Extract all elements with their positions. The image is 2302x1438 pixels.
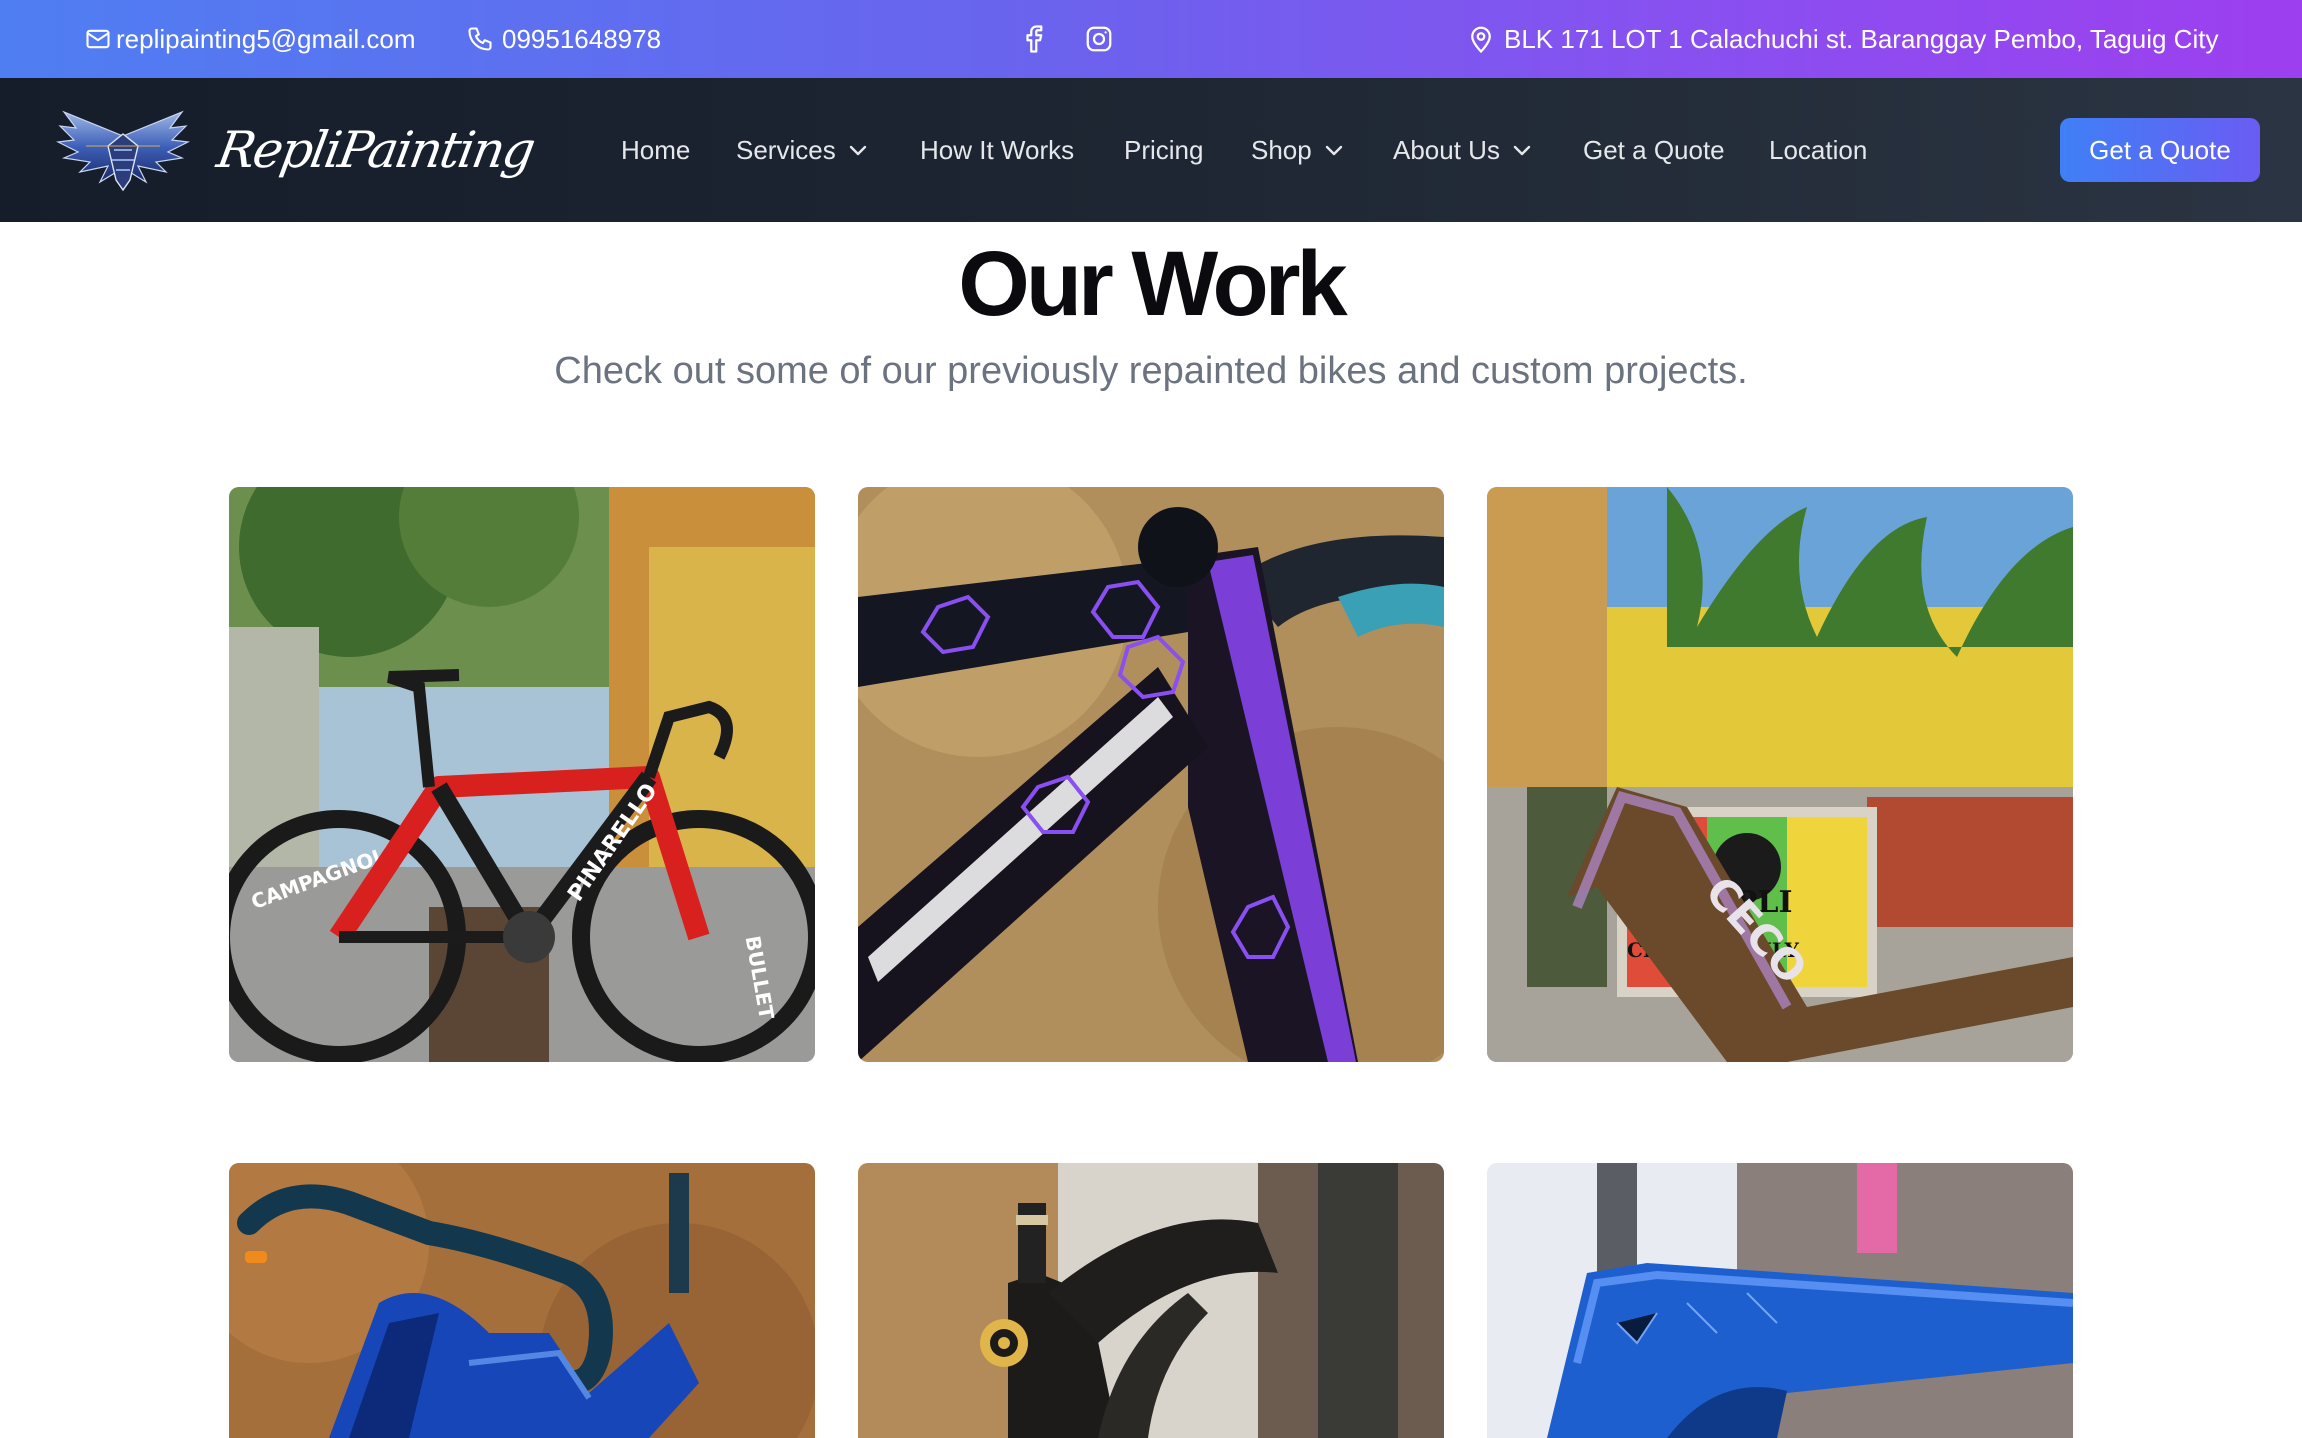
bike-photo-oil-slick-frame: REPLI CLIENTS ONLY CECO xyxy=(1487,487,2073,1062)
nav-about-us-label: About Us xyxy=(1393,134,1500,165)
gallery-item-blue-frame[interactable] xyxy=(1487,1163,2073,1438)
chevron-down-icon xyxy=(1513,145,1531,156)
map-pin-icon xyxy=(1471,26,1491,54)
address-link[interactable]: BLK 171 LOT 1 Calachuchi st. Baranggay P… xyxy=(1468,0,2218,78)
nav-get-a-quote-label: Get a Quote xyxy=(1583,134,1725,165)
phone-text: 09951648978 xyxy=(502,23,662,54)
gallery-item-blue-bars[interactable] xyxy=(229,1163,815,1438)
nav-how-it-works[interactable]: How It Works xyxy=(920,78,1074,222)
nav-location-label: Location xyxy=(1769,134,1868,165)
main-navbar: RepliPainting Home Services How It Works… xyxy=(0,78,2302,222)
nav-home[interactable]: Home xyxy=(621,78,690,222)
bike-photo-red-road-bike: CAMPAGNOLO BULLET PINARELLO xyxy=(229,487,815,1062)
get-a-quote-button[interactable]: Get a Quote xyxy=(2060,118,2260,182)
chevron-down-icon xyxy=(1325,145,1342,156)
nav-home-label: Home xyxy=(621,134,691,165)
mail-icon xyxy=(86,29,110,49)
email-link[interactable]: replipainting5@gmail.com xyxy=(84,0,416,78)
top-contact-bar: replipainting5@gmail.com 09951648978 BLK… xyxy=(0,0,2302,78)
instagram-icon xyxy=(1086,26,1112,52)
page-subtitle: Check out some of our previously repaint… xyxy=(554,350,1748,392)
nav-services[interactable]: Services xyxy=(736,78,868,222)
nav-location[interactable]: Location xyxy=(1769,78,1867,222)
bike-photo-purple-hex-frame xyxy=(858,487,1444,1062)
email-text: replipainting5@gmail.com xyxy=(116,23,416,54)
winged-emblem-logo xyxy=(55,110,191,192)
nav-get-a-quote[interactable]: Get a Quote xyxy=(1583,78,1725,222)
facebook-icon xyxy=(1026,25,1043,53)
chevron-down-icon xyxy=(849,145,866,156)
instagram-link[interactable] xyxy=(1084,0,1114,78)
bike-photo-blue-handlebar xyxy=(229,1163,815,1438)
phone-link[interactable]: 09951648978 xyxy=(466,0,661,78)
bike-photo-blue-marble-frame xyxy=(1487,1163,2073,1438)
nav-services-label: Services xyxy=(736,134,836,165)
nav-about-us[interactable]: About Us xyxy=(1393,78,1532,222)
nav-shop[interactable]: Shop xyxy=(1251,78,1344,222)
page-title: Our Work xyxy=(958,233,1347,335)
gallery-item-red-pinarello[interactable]: CAMPAGNOLO BULLET PINARELLO xyxy=(229,487,815,1062)
nav-how-it-works-label: How It Works xyxy=(920,134,1075,165)
gallery-item-oil-slick-frame[interactable]: REPLI CLIENTS ONLY CECO xyxy=(1487,487,2073,1062)
bike-photo-black-headtube xyxy=(858,1163,1444,1438)
logo-wordmark[interactable]: RepliPainting xyxy=(211,112,539,188)
phone-icon xyxy=(468,27,492,51)
logo-emblem[interactable] xyxy=(55,106,191,194)
nav-pricing-label: Pricing xyxy=(1124,134,1204,165)
nav-pricing[interactable]: Pricing xyxy=(1124,78,1203,222)
address-text: BLK 171 LOT 1 Calachuchi st. Baranggay P… xyxy=(1504,23,2219,54)
gallery-item-black-headtube[interactable] xyxy=(858,1163,1444,1438)
nav-shop-label: Shop xyxy=(1251,134,1312,165)
gallery-item-purple-frame[interactable] xyxy=(858,487,1444,1062)
facebook-link[interactable] xyxy=(1024,0,1046,78)
